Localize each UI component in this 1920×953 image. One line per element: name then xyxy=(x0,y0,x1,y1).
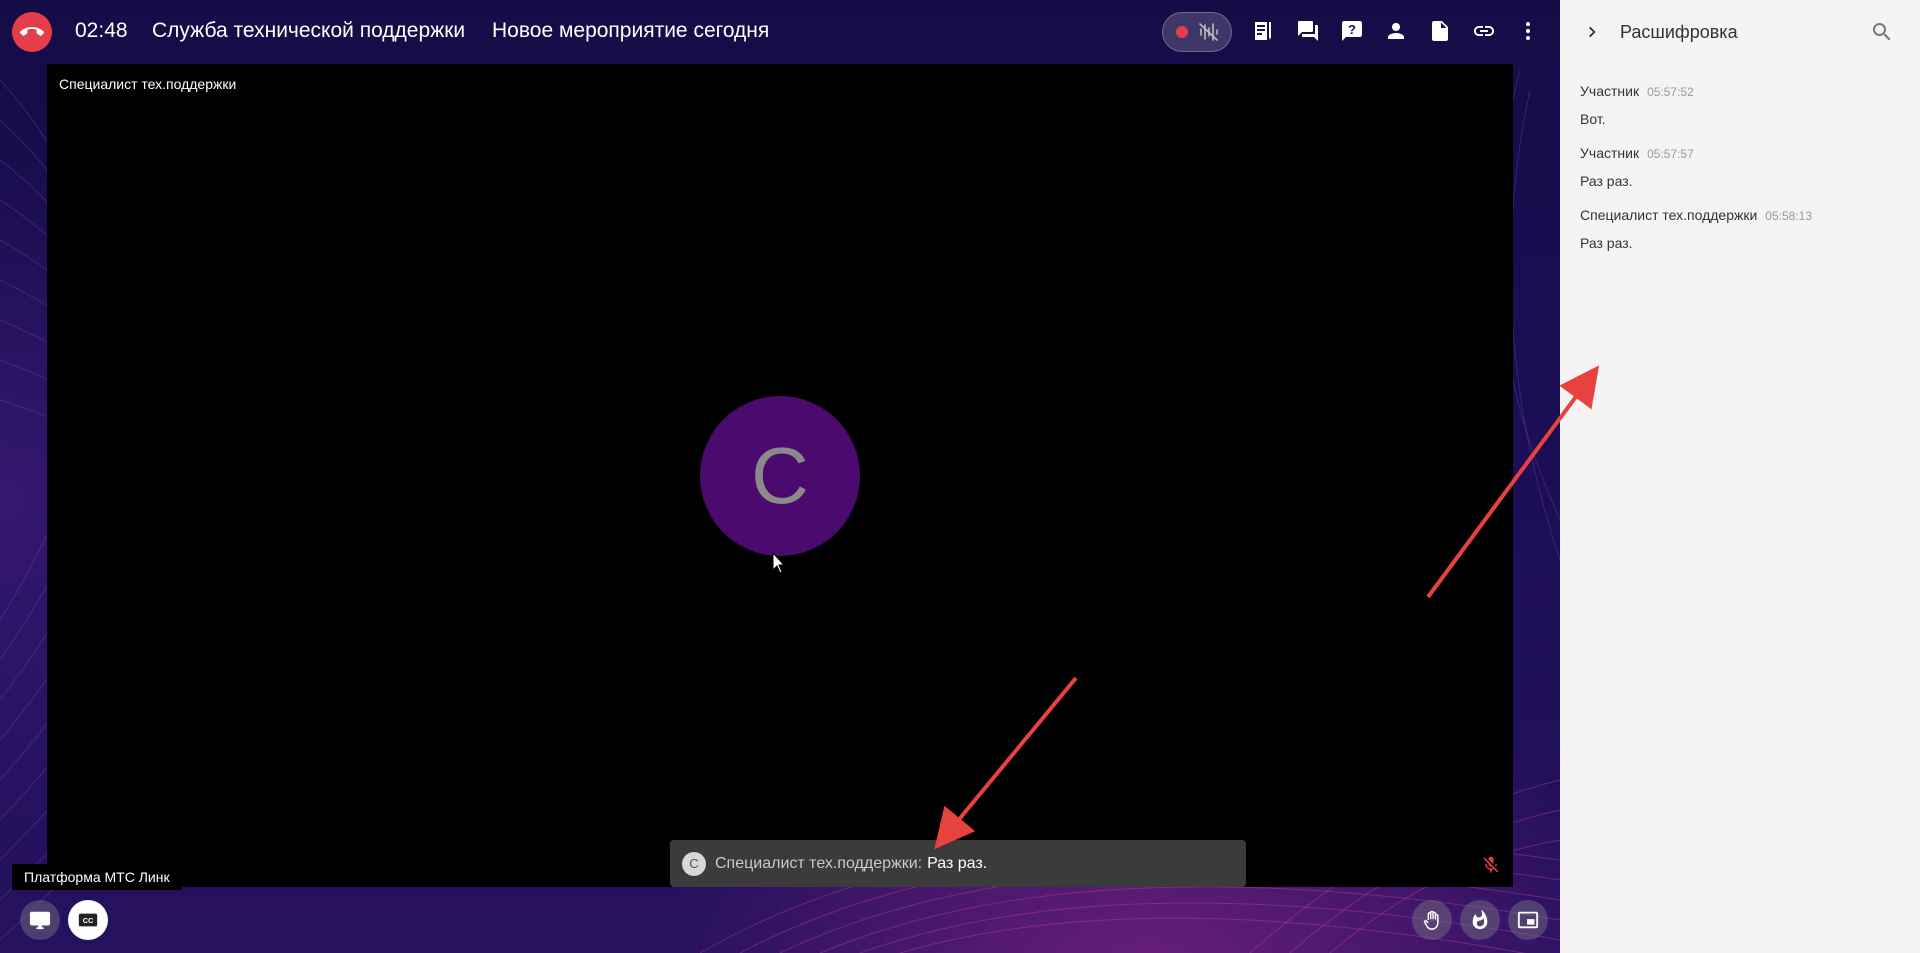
entry-text: Раз раз. xyxy=(1580,173,1633,189)
live-caption: С Специалист тех.поддержки: Раз раз. xyxy=(670,840,1246,887)
notes-icon xyxy=(1255,22,1271,40)
entry-text: Вот. xyxy=(1580,111,1606,127)
files-button[interactable] xyxy=(1425,16,1455,46)
entry-author: Участник xyxy=(1580,145,1640,161)
pip-button[interactable] xyxy=(1508,900,1548,940)
caption-avatar: С xyxy=(682,851,706,876)
entry-time: 05:58:13 xyxy=(1765,209,1813,223)
transcript-entry: Участник 05:57:57 Раз раз. xyxy=(1580,145,1694,189)
transcript-panel: Расшифровка Участник 05:57:52 Вот. Участн… xyxy=(1560,0,1920,953)
caption-text: Раз раз. xyxy=(927,854,988,872)
link-button[interactable] xyxy=(1469,16,1499,46)
fire-icon xyxy=(1472,909,1488,930)
caption-speaker: Специалист тех.поддержки: xyxy=(715,854,923,872)
screen-share-button[interactable] xyxy=(20,900,60,940)
transcript-entry: Участник 05:57:52 Вот. xyxy=(1580,83,1694,127)
recording-toggle[interactable] xyxy=(1162,12,1232,52)
questions-button[interactable]: ? xyxy=(1337,16,1367,46)
participants-icon xyxy=(1388,23,1404,39)
call-timer: 02:48 xyxy=(75,19,128,42)
video-tile[interactable]: Специалист тех.поддержки С xyxy=(47,64,1513,887)
record-icon xyxy=(1175,26,1188,38)
transcript-header: Расшифровка xyxy=(1560,0,1920,64)
link-icon xyxy=(1474,26,1494,36)
raise-hand-button[interactable] xyxy=(1412,900,1452,940)
document-icon xyxy=(1432,21,1448,41)
entry-time: 05:57:57 xyxy=(1647,147,1694,161)
entry-author: Специалист тех.поддержки xyxy=(1580,207,1758,223)
reactions-button[interactable] xyxy=(1460,900,1500,940)
hand-icon xyxy=(1423,910,1439,930)
top-bar: 02:48 Служба технической поддержки Новое… xyxy=(0,0,1560,62)
more-button[interactable] xyxy=(1513,16,1543,46)
chat-icon xyxy=(1298,21,1318,41)
conference-stage: 02:48 Служба технической поддержки Новое… xyxy=(0,0,1560,953)
phone-hangup-icon xyxy=(20,27,44,36)
monitor-icon xyxy=(29,911,51,930)
noise-icon xyxy=(1198,23,1218,41)
chat-button[interactable] xyxy=(1293,16,1323,46)
entry-author: Участник xyxy=(1580,83,1640,99)
avatar: С xyxy=(700,396,860,556)
platform-label: Платформа МТС Линк xyxy=(12,864,182,890)
search-icon[interactable] xyxy=(1870,20,1894,44)
picture-in-picture-icon xyxy=(1517,911,1539,929)
collapse-panel-button[interactable] xyxy=(1580,20,1604,44)
transcript-entry: Специалист тех.поддержки 05:58:13 Раз раз… xyxy=(1580,207,1812,251)
question-icon: ? xyxy=(1342,21,1362,41)
mic-off-icon xyxy=(1483,856,1499,873)
more-icon xyxy=(1526,22,1530,40)
transcript-title: Расшифровка xyxy=(1620,22,1738,42)
cc-icon: CC xyxy=(78,913,98,927)
notes-button[interactable] xyxy=(1248,16,1278,46)
hangup-button[interactable] xyxy=(12,12,52,52)
svg-text:CC: CC xyxy=(83,916,94,925)
entry-time: 05:57:52 xyxy=(1647,85,1694,99)
captions-button[interactable]: CC xyxy=(68,900,108,940)
entry-text: Раз раз. xyxy=(1580,235,1633,251)
svg-text:?: ? xyxy=(1348,22,1356,37)
page-title: Служба технической поддержки xyxy=(152,19,466,42)
participants-button[interactable] xyxy=(1381,16,1411,46)
participant-name: Специалист тех.поддержки xyxy=(59,76,237,92)
chevron-right-icon xyxy=(1589,26,1596,38)
event-title: Новое мероприятие сегодня xyxy=(492,19,770,42)
